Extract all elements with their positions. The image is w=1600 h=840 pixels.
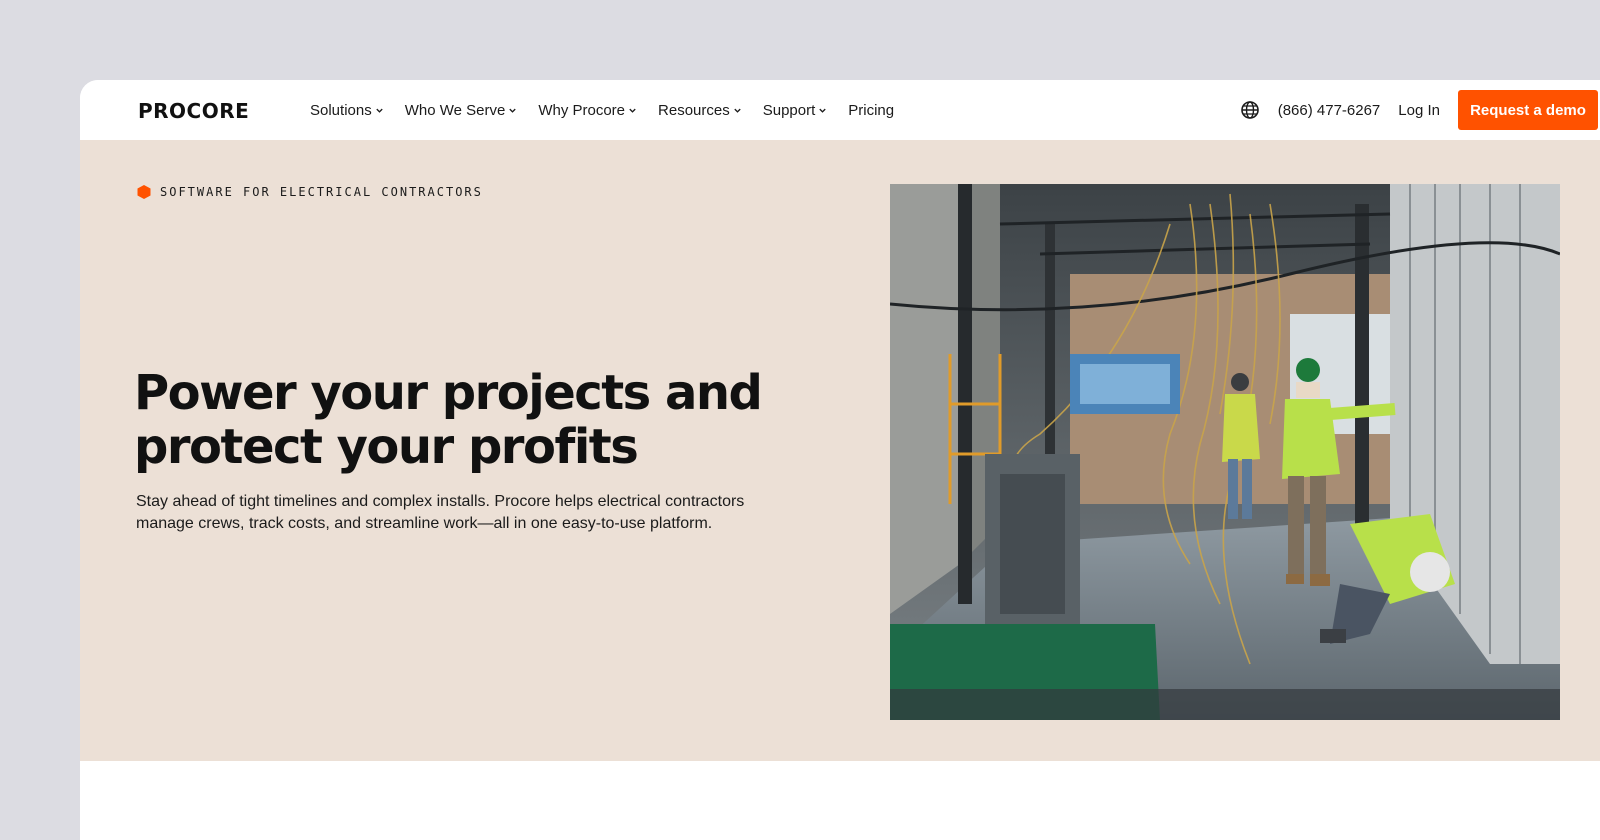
nav-item-support[interactable]: Support — [763, 102, 828, 119]
construction-site-illustration — [890, 184, 1560, 720]
hexagon-icon — [137, 185, 151, 199]
nav-item-label: Why Procore — [538, 101, 626, 119]
nav-item-label: Support — [762, 101, 816, 119]
globe-icon[interactable] — [1240, 100, 1260, 120]
nav-item-pricing[interactable]: Pricing — [848, 102, 894, 119]
nav-item-label: Who We Serve — [404, 101, 506, 119]
nav-item-resources[interactable]: Resources — [658, 102, 742, 119]
eyebrow-label: SOFTWARE FOR ELECTRICAL CONTRACTORS — [160, 185, 483, 199]
login-link[interactable]: Log In — [1398, 102, 1440, 119]
nav-item-who-we-serve[interactable]: Who We Serve — [405, 102, 518, 119]
chevron-down-icon — [819, 108, 826, 113]
headline-line-1: Power your projects and — [134, 365, 763, 421]
nav-item-label: Resources — [658, 101, 730, 119]
nav-item-why-procore[interactable]: Why Procore — [538, 102, 637, 119]
nav-item-label: Solutions — [310, 101, 372, 119]
nav-right-group: (866) 477-6267 Log In Request a demo — [1240, 80, 1600, 140]
hero-section: SOFTWARE FOR ELECTRICAL CONTRACTORS Powe… — [80, 140, 1600, 761]
main-menu: Solutions Who We Serve Why Procore Resou… — [310, 80, 915, 140]
browser-frame: PROCORE Solutions Who We Serve Why Proco… — [80, 80, 1600, 840]
hero-photo-construction-workers — [890, 184, 1560, 720]
procore-logo[interactable]: PROCORE — [138, 99, 249, 123]
request-demo-button[interactable]: Request a demo — [1458, 90, 1598, 130]
logo-text: PROCORE — [138, 99, 250, 123]
chevron-down-icon — [509, 108, 516, 113]
headline-line-2: protect your profits — [134, 419, 639, 475]
nav-item-label: Pricing — [848, 101, 895, 119]
hero-eyebrow: SOFTWARE FOR ELECTRICAL CONTRACTORS — [136, 184, 483, 200]
chevron-down-icon — [734, 108, 741, 113]
hero-headline: Power your projects and protect your pro… — [134, 366, 774, 474]
nav-item-solutions[interactable]: Solutions — [310, 102, 384, 119]
phone-number-link[interactable]: (866) 477-6267 — [1278, 102, 1381, 119]
top-navigation: PROCORE Solutions Who We Serve Why Proco… — [80, 80, 1600, 140]
hero-subtext: Stay ahead of tight timelines and comple… — [136, 493, 745, 532]
chevron-down-icon — [376, 108, 383, 113]
chevron-down-icon — [629, 108, 636, 113]
